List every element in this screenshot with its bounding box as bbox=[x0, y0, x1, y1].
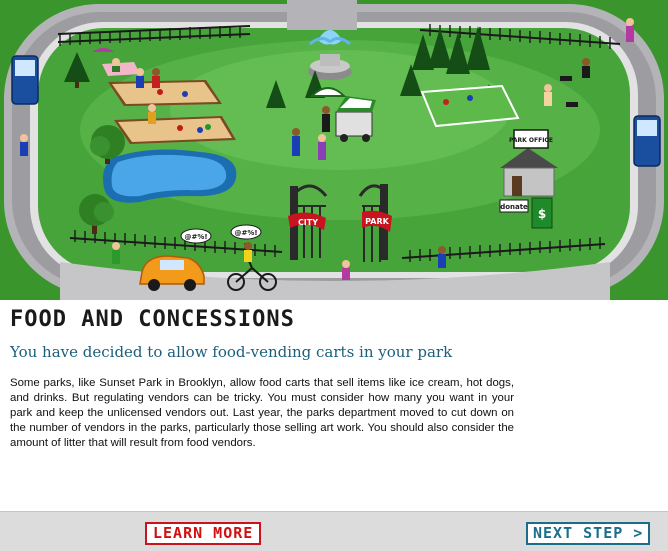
page-subtitle: You have decided to allow food-vending c… bbox=[10, 343, 453, 361]
gate-sign-park: PARK bbox=[365, 217, 389, 226]
bocce-court-upper bbox=[108, 80, 222, 106]
dog-run-field bbox=[420, 84, 520, 128]
park-scene: PARK OFFICE $ donate CITY PARK @#%! @#%! bbox=[0, 0, 668, 300]
footer-bar: LEARN MORE NEXT STEP > bbox=[0, 511, 668, 551]
learn-more-button[interactable]: LEARN MORE bbox=[145, 522, 262, 545]
gate-sign-city: CITY bbox=[298, 218, 318, 227]
park-office: PARK OFFICE bbox=[500, 129, 558, 197]
next-step-button[interactable]: NEXT STEP > bbox=[526, 522, 651, 545]
page-title: FOOD AND CONCESSIONS bbox=[10, 307, 295, 332]
bocce-court-lower bbox=[114, 116, 236, 144]
park-office-sign: PARK OFFICE bbox=[509, 137, 553, 144]
svg-text:@#%!: @#%! bbox=[234, 229, 257, 237]
body-paragraph: Some parks, like Sunset Park in Brooklyn… bbox=[10, 377, 514, 449]
svg-text:@#%!: @#%! bbox=[184, 233, 207, 241]
svg-text:$: $ bbox=[538, 207, 546, 221]
donate-sign: donate bbox=[500, 203, 528, 211]
